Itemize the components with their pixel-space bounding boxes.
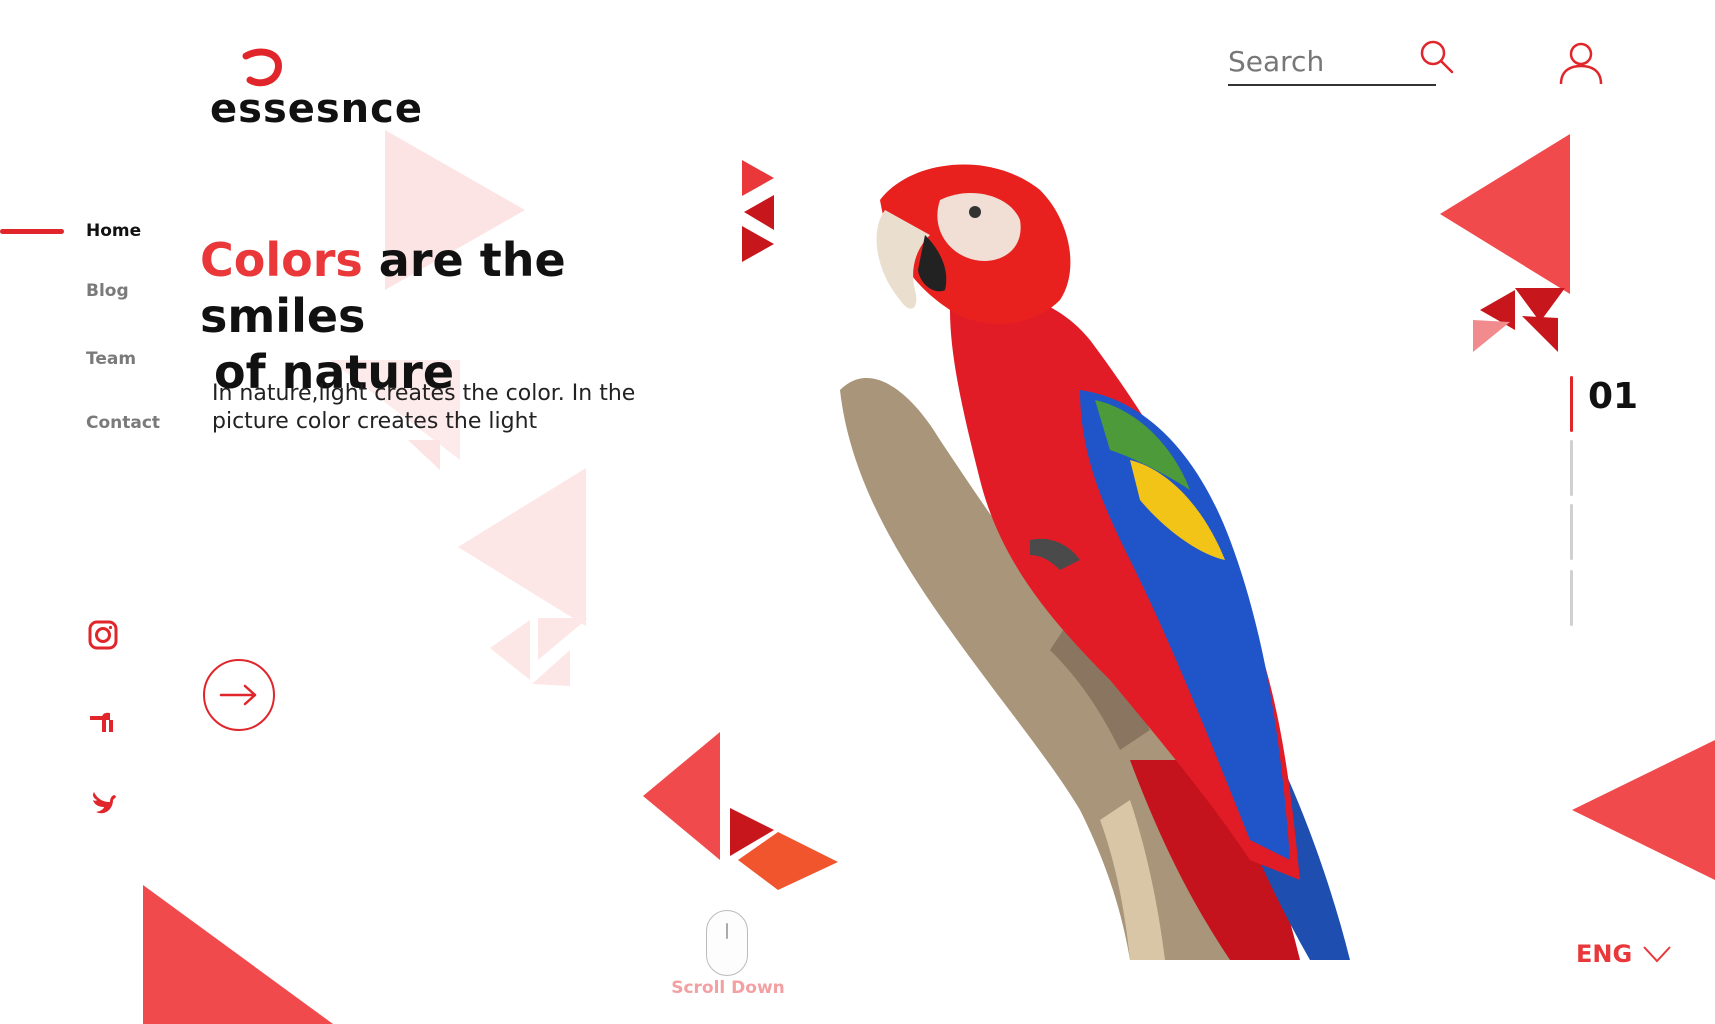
language-label: ENG xyxy=(1576,940,1633,968)
nav-item-team[interactable]: Team xyxy=(86,349,136,369)
nav-active-indicator xyxy=(0,229,64,234)
nav-item-home[interactable]: Home xyxy=(86,221,141,241)
pager-bar-active[interactable] xyxy=(1570,376,1573,432)
pager-bar[interactable] xyxy=(1570,440,1573,496)
chevron-down-icon xyxy=(1643,946,1671,963)
twitter-icon xyxy=(93,792,116,814)
nav-item-contact[interactable]: Contact xyxy=(86,413,160,433)
facebook-icon xyxy=(90,712,113,732)
hero-subtext: In nature,light creates the color. In th… xyxy=(212,380,672,436)
mouse-icon xyxy=(706,910,748,976)
search-input[interactable] xyxy=(1228,42,1398,80)
pager-bar[interactable] xyxy=(1570,504,1573,560)
pager-bar[interactable] xyxy=(1570,570,1573,626)
instagram-icon xyxy=(88,620,118,650)
logo-swirl-icon xyxy=(242,48,282,87)
nav-item-blog[interactable]: Blog xyxy=(86,281,129,301)
next-arrow-button[interactable] xyxy=(203,659,275,731)
arrow-right-icon xyxy=(219,684,257,706)
hero-headline: Colors are the smiles of nature xyxy=(200,232,720,400)
facebook-link[interactable] xyxy=(86,704,120,738)
twitter-link[interactable] xyxy=(86,786,120,820)
mouse-wheel xyxy=(726,923,728,939)
instagram-link[interactable] xyxy=(86,618,120,652)
brand-name[interactable]: essesnce xyxy=(210,86,423,132)
subtext-line-2: picture color creates the light xyxy=(212,409,538,434)
headline-accent: Colors xyxy=(200,233,363,287)
subtext-line-1: In nature,light creates the color. In th… xyxy=(212,381,636,406)
scroll-down-button[interactable]: Scroll Down xyxy=(668,978,788,998)
language-selector[interactable]: ENG xyxy=(1576,940,1672,968)
parrot-image xyxy=(840,164,1350,960)
user-icon[interactable] xyxy=(1558,40,1604,86)
search-icon[interactable] xyxy=(1418,38,1456,76)
search-bar xyxy=(1228,40,1436,86)
page-number: 01 xyxy=(1588,376,1639,417)
